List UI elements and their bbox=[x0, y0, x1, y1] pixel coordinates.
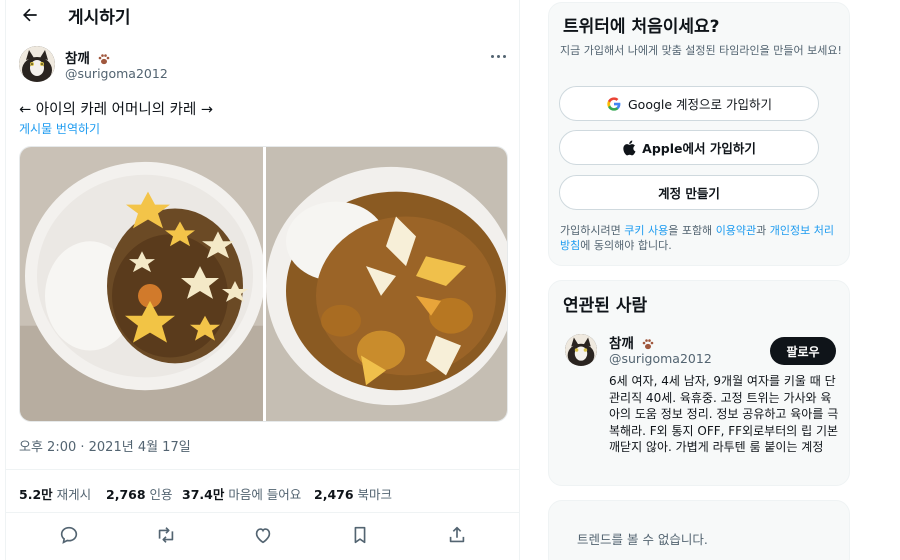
google-icon bbox=[606, 96, 622, 112]
related-user-bio: 6세 여자, 4세 남자, 9개월 여자를 키울 때 단관리직 40세. 육휴중… bbox=[609, 374, 839, 454]
related-title: 연관된 사람 bbox=[563, 296, 648, 316]
page-header: 게시하기 bbox=[6, 0, 519, 32]
related-user-avatar[interactable] bbox=[565, 334, 597, 366]
legal-text-1: 가입하시려면 bbox=[560, 224, 625, 237]
apple-signup-label: Apple에서 가입하기 bbox=[642, 141, 756, 156]
bookmarks-count: 2,476 bbox=[314, 487, 354, 502]
reply-icon[interactable] bbox=[58, 524, 80, 546]
signup-legal-text: 가입하시려면 쿠키 사용을 포함해 이용약관과 개인정보 처리방침에 동의해야 … bbox=[560, 223, 842, 253]
google-signup-label: Google 계정으로 가입하기 bbox=[627, 97, 773, 112]
cookie-link[interactable]: 쿠키 사용 bbox=[624, 224, 668, 237]
photo-mothers-curry[interactable] bbox=[266, 147, 508, 421]
tweet-actions bbox=[6, 520, 519, 550]
apple-icon bbox=[622, 140, 636, 156]
more-options-icon[interactable] bbox=[489, 52, 509, 62]
retweet-icon[interactable] bbox=[155, 524, 177, 546]
retweets-stat[interactable]: 5.2만 재게시 bbox=[19, 484, 91, 503]
photo-kids-curry[interactable] bbox=[20, 147, 263, 421]
author-handle[interactable]: @surigoma2012 bbox=[65, 66, 168, 81]
page-title: 게시하기 bbox=[68, 8, 131, 28]
create-account-label: 계정 만들기 bbox=[658, 186, 720, 201]
retweets-count: 5.2만 bbox=[19, 487, 53, 502]
quotes-label: 인용 bbox=[149, 487, 173, 502]
create-account-button[interactable]: 계정 만들기 bbox=[559, 175, 819, 210]
related-user-name[interactable]: 참깨 bbox=[609, 332, 655, 352]
tweet-text: ← 아이의 카레 어머니의 카레 → bbox=[19, 102, 214, 118]
likes-stat[interactable]: 37.4만 마음에 들어요 bbox=[182, 484, 301, 503]
bookmarks-label: 북마크 bbox=[357, 487, 393, 502]
signup-panel: 트위터에 처음이세요? 지금 가입해서 나에게 맞춤 설정된 타임라인을 만들어… bbox=[548, 2, 850, 266]
related-user-handle[interactable]: @surigoma2012 bbox=[609, 351, 712, 366]
follow-button[interactable]: 팔로우 bbox=[770, 337, 836, 365]
related-people-panel: 연관된 사람 참깨 @surigoma2012 팔로우 6세 여자, 4세 남자… bbox=[548, 280, 850, 486]
tweet-stats: 5.2만 재게시 2,768 인용 37.4만 마음에 들어요 2,476 북마… bbox=[6, 469, 519, 513]
related-user-name-text: 참깨 bbox=[609, 336, 634, 352]
apple-signup-button[interactable]: Apple에서 가입하기 bbox=[559, 130, 819, 165]
likes-label: 마음에 들어요 bbox=[228, 487, 302, 502]
trends-unavailable-text: 트렌드를 볼 수 없습니다. bbox=[577, 532, 708, 547]
like-icon[interactable] bbox=[252, 524, 274, 546]
paw-icon bbox=[642, 339, 653, 350]
signup-title: 트위터에 처음이세요? bbox=[563, 17, 720, 37]
likes-count: 37.4만 bbox=[182, 487, 225, 502]
terms-link[interactable]: 이용약관 bbox=[716, 224, 756, 237]
share-icon[interactable] bbox=[446, 524, 468, 546]
tweet-column: 게시하기 참깨 @surigoma2012 ← 아이의 카레 어머니의 카레 →… bbox=[5, 0, 520, 560]
signup-subtitle: 지금 가입해서 나에게 맞춤 설정된 타임라인을 만들어 보세요! bbox=[560, 44, 842, 57]
bookmark-icon[interactable] bbox=[349, 524, 371, 546]
trends-panel: 트렌드를 볼 수 없습니다. bbox=[548, 500, 850, 560]
paw-icon bbox=[98, 54, 109, 65]
author-avatar[interactable] bbox=[19, 46, 55, 82]
arrow-left-icon[interactable] bbox=[20, 5, 40, 25]
quotes-count: 2,768 bbox=[106, 487, 146, 502]
tweet-media bbox=[19, 146, 508, 422]
legal-text-3: 과 bbox=[756, 224, 770, 237]
retweets-label: 재게시 bbox=[56, 487, 92, 502]
bookmarks-stat[interactable]: 2,476 북마크 bbox=[314, 484, 392, 503]
author-name-text: 참깨 bbox=[65, 51, 90, 67]
google-signup-button[interactable]: Google 계정으로 가입하기 bbox=[559, 86, 819, 121]
tweet-timestamp[interactable]: 오후 2:00 · 2021년 4월 17일 bbox=[19, 436, 191, 455]
translate-link[interactable]: 게시물 번역하기 bbox=[19, 120, 100, 137]
quotes-stat[interactable]: 2,768 인용 bbox=[106, 484, 173, 503]
author-name[interactable]: 참깨 bbox=[65, 47, 111, 67]
legal-text-4: 에 동의해야 합니다. bbox=[580, 239, 672, 252]
legal-text-2: 을 포함해 bbox=[668, 224, 716, 237]
